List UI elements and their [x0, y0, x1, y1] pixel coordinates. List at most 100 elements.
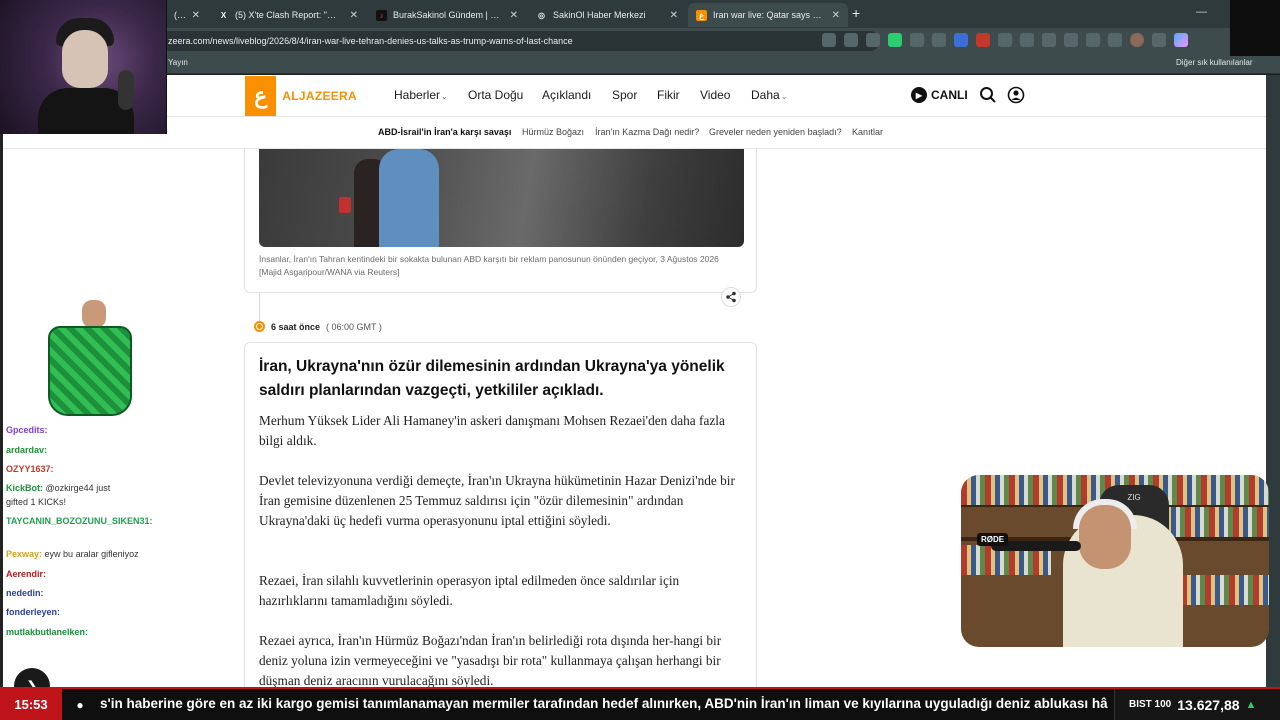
- close-tab-icon[interactable]: ✕: [510, 10, 518, 21]
- chevron-down-icon: ⌄: [780, 92, 788, 101]
- chat-message: Pexway: eyw bu aralar gifleniyoz: [6, 548, 139, 560]
- trending-link[interactable]: Hürmüz Boğazı: [522, 127, 584, 137]
- news-ticker: 15:53 ● s'in haberine göre en az iki kar…: [0, 687, 1280, 720]
- chat-username: nededin:: [6, 588, 44, 598]
- address-bar[interactable]: zeera.com/news/liveblog/2026/8/4/iran-wa…: [160, 31, 880, 51]
- chat-message: OZYY1637:: [6, 463, 54, 475]
- trending-link[interactable]: İran'ın Kazma Dağı nedir?: [595, 127, 699, 137]
- nav-orta-dogu[interactable]: Orta Doğu: [468, 88, 523, 102]
- timeline-dot-icon: [254, 321, 265, 332]
- nav-label: Haberler: [394, 88, 441, 102]
- extension-green-icon[interactable]: [888, 33, 902, 47]
- translate-icon[interactable]: [822, 33, 836, 47]
- chat-username: Gpcedits:: [6, 425, 48, 435]
- image-card: İnsanlar, İran'ın Tahran kentindeki bir …: [244, 149, 757, 307]
- post-paragraph: Merhum Yüksek Lider Ali Hamaney'in asker…: [259, 413, 725, 448]
- stock-index-label: BIST 100: [1129, 699, 1172, 710]
- trending-link[interactable]: Greveler neden yeniden başladı?: [709, 127, 842, 137]
- aljazeera-logo[interactable]: ع ALJAZEERA: [245, 76, 357, 116]
- profile-avatar[interactable]: [1130, 33, 1144, 47]
- other-favorites-folder[interactable]: Diğer sık kullanılanlar: [1176, 58, 1252, 67]
- ticker-news-area: s'in haberine göre en az iki kargo gemis…: [98, 689, 1114, 720]
- photo-cup: [339, 197, 351, 213]
- close-tab-icon[interactable]: ✕: [832, 10, 840, 21]
- avatar-face: [82, 300, 106, 328]
- nav-haberler[interactable]: Haberler⌄: [394, 88, 448, 102]
- trending-link[interactable]: ABD-İsrail'in İran'a karşı savaşı: [378, 127, 511, 137]
- aljazeera-icon: ع: [696, 9, 707, 21]
- nav-aciklandi[interactable]: Açıklandı: [542, 88, 591, 102]
- close-tab-icon[interactable]: ✕: [350, 10, 358, 21]
- nav-spor[interactable]: Spor: [612, 88, 637, 102]
- chat-message: Gpcedits:: [6, 424, 48, 436]
- extension-icon[interactable]: [932, 33, 946, 47]
- tab-2[interactable]: X (5) X'te Clash Report: "WATCH: Ru ✕: [210, 3, 366, 27]
- aljazeera-logo-mark: ع: [245, 76, 277, 116]
- tab-title: BurakSakinol Gündem | Son 3 Gün: [393, 10, 504, 20]
- article-photo[interactable]: [259, 149, 744, 247]
- site-header: ع ALJAZEERA Haberler⌄ Orta Doğu Açıkland…: [3, 75, 1266, 117]
- aljazeera-logo-text: ALJAZEERA: [282, 89, 357, 103]
- chat-message: nededin:: [6, 587, 44, 599]
- share-button[interactable]: [721, 287, 741, 307]
- chat-text: @ozkirge44 just: [45, 483, 111, 493]
- bookmark-item[interactable]: Yayın: [168, 58, 188, 67]
- post-title: İran, Ukrayna'nın özür dilemesinin ardın…: [259, 358, 725, 399]
- extension-icon[interactable]: [910, 33, 924, 47]
- more-menu-icon[interactable]: [1152, 33, 1166, 47]
- tiktok-icon: ♪: [376, 9, 387, 21]
- chat-message: fonderleyen:: [6, 606, 60, 618]
- photo-figure: [379, 149, 439, 247]
- tab-title: (5) X'te Clash Report: "WATCH: Ru: [235, 10, 344, 20]
- microphone-brand: RØDE: [977, 533, 1009, 546]
- ticker-bullet-icon: ●: [76, 697, 84, 712]
- liveblog-post: İran, Ukrayna'nın özür dilemesinin ardın…: [244, 342, 757, 687]
- split-view-icon[interactable]: [1020, 33, 1034, 47]
- tab-4[interactable]: ◎ SakinOl Haber Merkezi ✕: [528, 3, 686, 27]
- nav-fikir[interactable]: Fikir: [657, 88, 680, 102]
- chat-text: eyw bu aralar gifleniyoz: [44, 549, 139, 559]
- tab-5-active[interactable]: ع Iran war live: Qatar says diplomat ✕: [688, 3, 848, 27]
- chevron-down-icon: ⌄: [441, 92, 448, 101]
- live-button[interactable]: ▶ CANLI: [911, 87, 968, 103]
- url-text: zeera.com/news/liveblog/2026/8/4/iran-wa…: [168, 36, 573, 46]
- minimize-icon[interactable]: —: [1196, 6, 1207, 18]
- bookshelf-books: [1161, 507, 1269, 537]
- nav-daha[interactable]: Daha⌄: [751, 88, 787, 102]
- nav-video[interactable]: Video: [700, 88, 730, 102]
- refresh-icon[interactable]: [998, 33, 1012, 47]
- stock-index-value: 13.627,88: [1177, 696, 1240, 713]
- microphone-icon: [118, 70, 134, 110]
- bookshelf-books: [1181, 575, 1269, 605]
- extension-red-icon[interactable]: [976, 33, 990, 47]
- relative-time: 6 saat önce: [271, 321, 321, 332]
- new-tab-button[interactable]: +: [852, 5, 860, 21]
- share-icon: [726, 291, 736, 303]
- tab-1[interactable]: (5) شمس ✕: [166, 3, 208, 27]
- tab-3[interactable]: ♪ BurakSakinol Gündem | Son 3 Gün ✕: [368, 3, 526, 27]
- streamer-webcam-top: [0, 0, 167, 134]
- close-tab-icon[interactable]: ✕: [192, 10, 200, 21]
- ticker-clock: 15:53: [0, 689, 62, 720]
- chat-message: gifted 1 KICKs!: [6, 496, 66, 508]
- star-icon[interactable]: [866, 33, 880, 47]
- collections-icon[interactable]: [1086, 33, 1100, 47]
- mug-icon: [48, 326, 132, 416]
- chat-username: Pexway:: [6, 549, 43, 559]
- heart-icon[interactable]: [1064, 33, 1078, 47]
- reader-icon[interactable]: [844, 33, 858, 47]
- page-edge: [0, 75, 3, 687]
- settings-icon[interactable]: [1108, 33, 1122, 47]
- user-account-icon[interactable]: [1007, 86, 1025, 104]
- extension-blue-icon[interactable]: [954, 33, 968, 47]
- chat-message: TAYCANIN_BOZOZUNU_SIKEN31:: [6, 515, 153, 527]
- chat-username: mutlakbutlanelken:: [6, 627, 89, 637]
- trending-link[interactable]: Kanıtlar: [852, 127, 883, 137]
- favorites-icon[interactable]: [1042, 33, 1056, 47]
- browser-tab-bar: (5) شمس ✕ X (5) X'te Clash Report: "WATC…: [0, 0, 1280, 28]
- stock-index: BIST 100 13.627,88 ▲: [1114, 689, 1280, 720]
- search-icon[interactable]: [979, 86, 997, 104]
- copilot-icon[interactable]: [1174, 33, 1188, 47]
- chat-message: Aerendir:: [6, 568, 46, 580]
- close-tab-icon[interactable]: ✕: [670, 10, 678, 21]
